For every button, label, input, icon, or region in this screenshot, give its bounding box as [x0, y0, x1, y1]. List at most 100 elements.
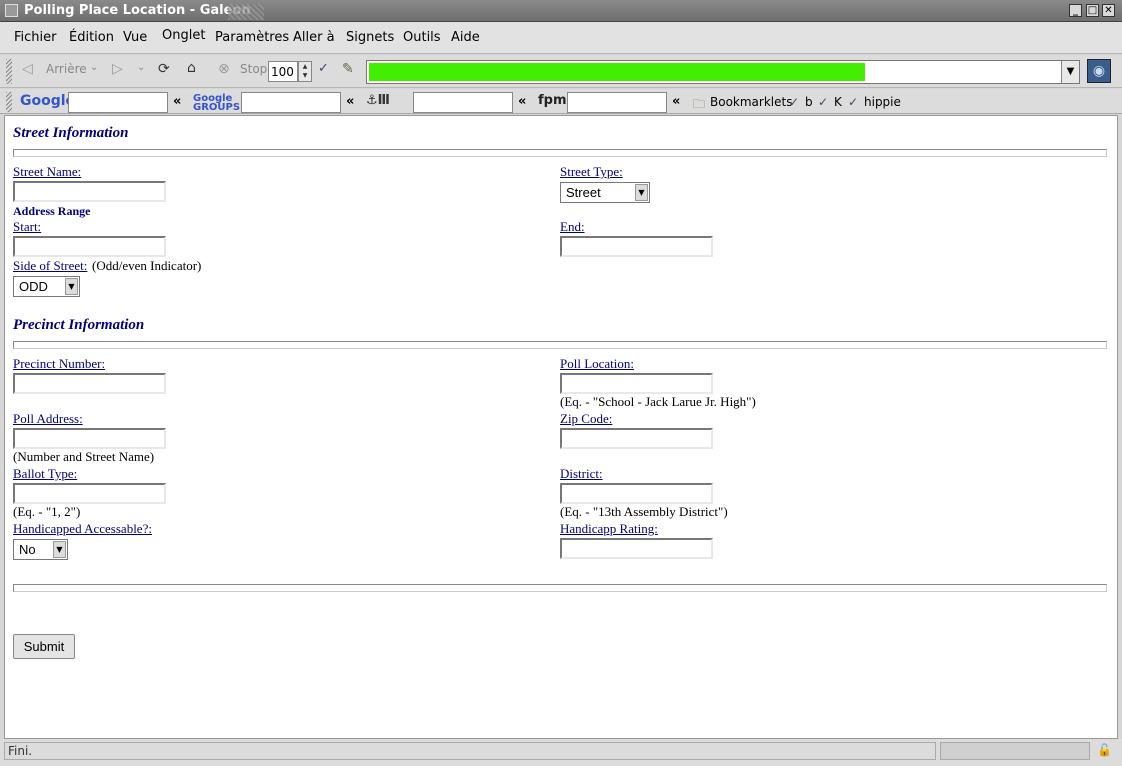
- freshmeat-go-button[interactable]: «: [672, 94, 680, 109]
- location-history-dropdown[interactable]: ▼: [1061, 61, 1079, 83]
- throbber-icon[interactable]: ◉: [1087, 59, 1111, 83]
- menu-parametres[interactable]: Paramètres: [215, 30, 289, 45]
- toolbar-grip[interactable]: [6, 59, 12, 84]
- statusbar: Fini. 🔓: [0, 739, 1122, 766]
- forward-arrow-icon[interactable]: ▷: [112, 61, 123, 77]
- ballot-type-input[interactable]: [13, 483, 166, 504]
- street-information-heading: Street Information: [13, 125, 129, 141]
- back-button[interactable]: Arrière: [46, 62, 87, 76]
- page-content: Street Information Street Name: Street T…: [4, 115, 1118, 739]
- side-of-street-value: ODD: [19, 279, 48, 294]
- location-bar[interactable]: ▼: [366, 60, 1080, 84]
- street-type-label[interactable]: Street Type:: [560, 164, 623, 180]
- address-range-label: Address Range: [13, 204, 91, 218]
- bookmarklet-b[interactable]: b: [805, 95, 813, 109]
- menu-aller-a[interactable]: Aller à: [293, 30, 335, 45]
- chevron-down-icon: ▼: [635, 184, 648, 201]
- back-history-chevron-icon[interactable]: ⌄: [90, 62, 98, 73]
- menu-outils[interactable]: Outils: [403, 30, 441, 45]
- ballot-type-hint: (Eq. - "1, 2"): [13, 504, 81, 519]
- titlebar-decoration: [228, 4, 264, 20]
- poll-location-label[interactable]: Poll Location:: [560, 356, 634, 372]
- groups-search-input[interactable]: [241, 92, 341, 113]
- start-input[interactable]: [13, 236, 166, 257]
- divider: [13, 149, 1107, 157]
- zoom-spinner[interactable]: ▲ ▼: [298, 61, 312, 82]
- google-logo[interactable]: Google: [20, 93, 75, 109]
- search-toolbar-grip[interactable]: [6, 92, 12, 112]
- bookmarklets-folder[interactable]: Bookmarklets: [710, 95, 792, 109]
- stop-icon[interactable]: ⊗: [218, 61, 230, 77]
- google-go-button[interactable]: «: [173, 94, 181, 109]
- end-label[interactable]: End:: [560, 219, 585, 235]
- security-lock-icon[interactable]: 🔓: [1097, 743, 1113, 759]
- menu-aide[interactable]: Aide: [451, 30, 480, 45]
- poll-address-label[interactable]: Poll Address:: [13, 411, 83, 427]
- handicapped-accessible-label[interactable]: Handicapped Accessable?:: [13, 521, 152, 537]
- poll-address-hint: (Number and Street Name): [13, 449, 155, 464]
- dictionary-go-button[interactable]: «: [518, 94, 526, 109]
- handicapp-rating-input[interactable]: [560, 538, 713, 559]
- ballot-type-label[interactable]: Ballot Type:: [13, 466, 77, 482]
- zip-code-input[interactable]: [560, 428, 713, 449]
- bookmarklet-b-icon: ✓: [789, 95, 800, 109]
- menu-onglet[interactable]: Onglet: [162, 28, 205, 43]
- forward-history-chevron-icon[interactable]: ⌄: [137, 62, 145, 73]
- handicapped-accessible-select[interactable]: No ▼: [13, 539, 68, 560]
- bookmarklet-hippie[interactable]: hippie: [864, 95, 901, 109]
- dictionary-search-input[interactable]: [413, 92, 513, 113]
- handicapp-rating-label[interactable]: Handicapp Rating:: [560, 521, 658, 537]
- chevron-down-icon: ▼: [65, 278, 78, 295]
- freshmeat-logo[interactable]: fpm: [538, 93, 567, 108]
- bookmarklet-k[interactable]: K: [834, 95, 842, 109]
- street-type-value: Street: [566, 185, 601, 200]
- home-icon[interactable]: ⌂: [187, 60, 196, 76]
- groups-go-button[interactable]: «: [346, 94, 354, 109]
- street-name-label[interactable]: Street Name:: [13, 164, 81, 180]
- end-input[interactable]: [560, 236, 713, 257]
- side-of-street-label[interactable]: Side of Street:: [13, 258, 87, 274]
- zip-code-label[interactable]: Zip Code:: [560, 411, 612, 427]
- status-text: Fini.: [4, 742, 936, 760]
- district-input[interactable]: [560, 483, 713, 504]
- stop-button[interactable]: Stop: [240, 62, 267, 76]
- menu-fichier[interactable]: Fichier: [14, 30, 57, 45]
- precinct-number-input[interactable]: [13, 373, 166, 394]
- zoom-icon[interactable]: ✓: [318, 61, 329, 76]
- maximize-button[interactable]: □: [1086, 4, 1099, 17]
- district-label[interactable]: District:: [560, 466, 603, 482]
- load-progress-bar: [369, 63, 865, 81]
- menu-signets[interactable]: Signets: [346, 30, 394, 45]
- bookmarklet-k-icon: ✓: [818, 95, 829, 109]
- menu-edition[interactable]: Édition: [69, 30, 114, 45]
- side-of-street-select[interactable]: ODD ▼: [13, 276, 80, 297]
- handicapped-accessible-value: No: [19, 542, 36, 557]
- precinct-number-label[interactable]: Precinct Number:: [13, 356, 105, 372]
- reload-icon[interactable]: ⟳: [158, 61, 170, 77]
- bookmarklet-hippie-icon: ✓: [848, 95, 859, 109]
- start-label[interactable]: Start:: [13, 219, 41, 235]
- poll-location-hint: (Eq. - "School - Jack Larue Jr. High"): [560, 394, 756, 409]
- google-groups-logo[interactable]: Google GROUPS: [193, 94, 240, 113]
- side-of-street-hint: (Odd/even Indicator): [92, 258, 202, 273]
- poll-location-input[interactable]: [560, 373, 713, 394]
- menu-vue[interactable]: Vue: [123, 30, 147, 45]
- google-search-input[interactable]: [68, 92, 168, 113]
- divider: [13, 341, 1107, 349]
- zoom-input[interactable]: 100: [268, 61, 298, 82]
- minimize-button[interactable]: _: [1069, 4, 1082, 17]
- street-type-select[interactable]: Street ▼: [560, 182, 650, 203]
- clear-location-brush-icon[interactable]: ✎: [342, 61, 354, 77]
- dictionary-logo-icon[interactable]: ⚓Ⅲ: [366, 93, 390, 108]
- close-button[interactable]: ✕: [1102, 4, 1115, 17]
- window-menu-icon[interactable]: [5, 4, 18, 17]
- freshmeat-search-input[interactable]: [567, 92, 667, 113]
- folder-icon: 🗀: [693, 97, 706, 111]
- poll-address-input[interactable]: [13, 428, 166, 449]
- back-arrow-icon[interactable]: ◁: [22, 61, 33, 77]
- submit-button[interactable]: Submit: [13, 634, 75, 659]
- menubar: Fichier Édition Vue Onglet Paramètres Al…: [0, 22, 1122, 54]
- divider: [13, 584, 1107, 592]
- district-hint: (Eq. - "13th Assembly District"): [560, 504, 728, 519]
- street-name-input[interactable]: [13, 181, 166, 202]
